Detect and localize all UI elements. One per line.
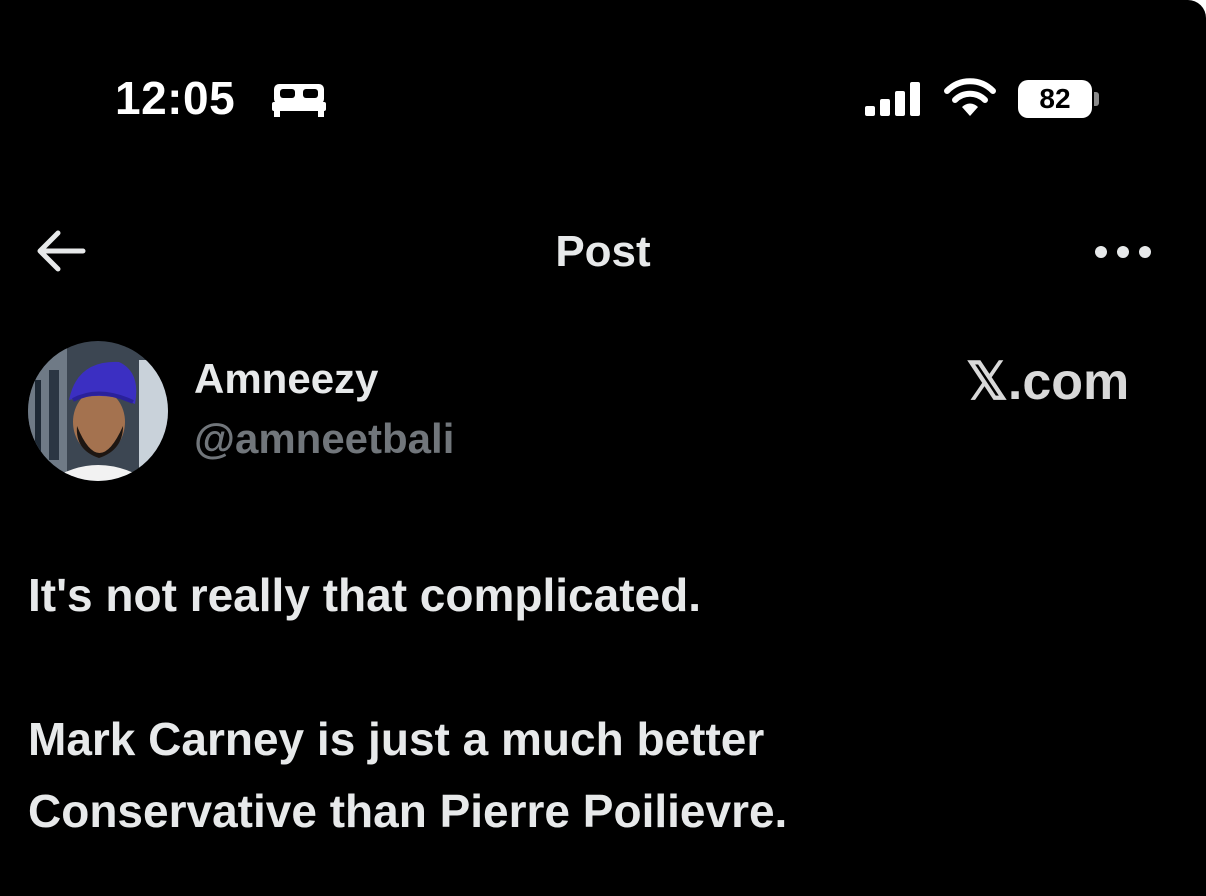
phone-screen: 12:05 82 Post Amneezy @amneetbali 𝕏.com …: [0, 0, 1206, 896]
page-title: Post: [555, 227, 651, 276]
post-text-line: Conservative than Pierre Poilievre.: [28, 785, 788, 837]
watermark-text: 𝕏.com: [966, 353, 1130, 411]
wifi-icon: [942, 78, 998, 123]
author-display-name[interactable]: Amneezy: [194, 354, 378, 404]
status-time: 12:05: [115, 72, 236, 124]
battery-level: 82: [1039, 83, 1071, 114]
author-handle[interactable]: @amneetbali: [194, 414, 454, 464]
x-watermark: 𝕏.com: [966, 354, 1129, 410]
ellipsis-icon[interactable]: [1094, 243, 1152, 266]
post-text-line: Mark Carney is just a much better: [28, 713, 765, 765]
avatar[interactable]: [27, 340, 169, 482]
cellular-signal-icon: [865, 80, 923, 121]
bed-icon: [272, 80, 326, 123]
post-text-line: It's not really that complicated.: [28, 569, 701, 621]
battery-tip: [1094, 92, 1099, 106]
battery-indicator: 82: [1018, 80, 1092, 118]
